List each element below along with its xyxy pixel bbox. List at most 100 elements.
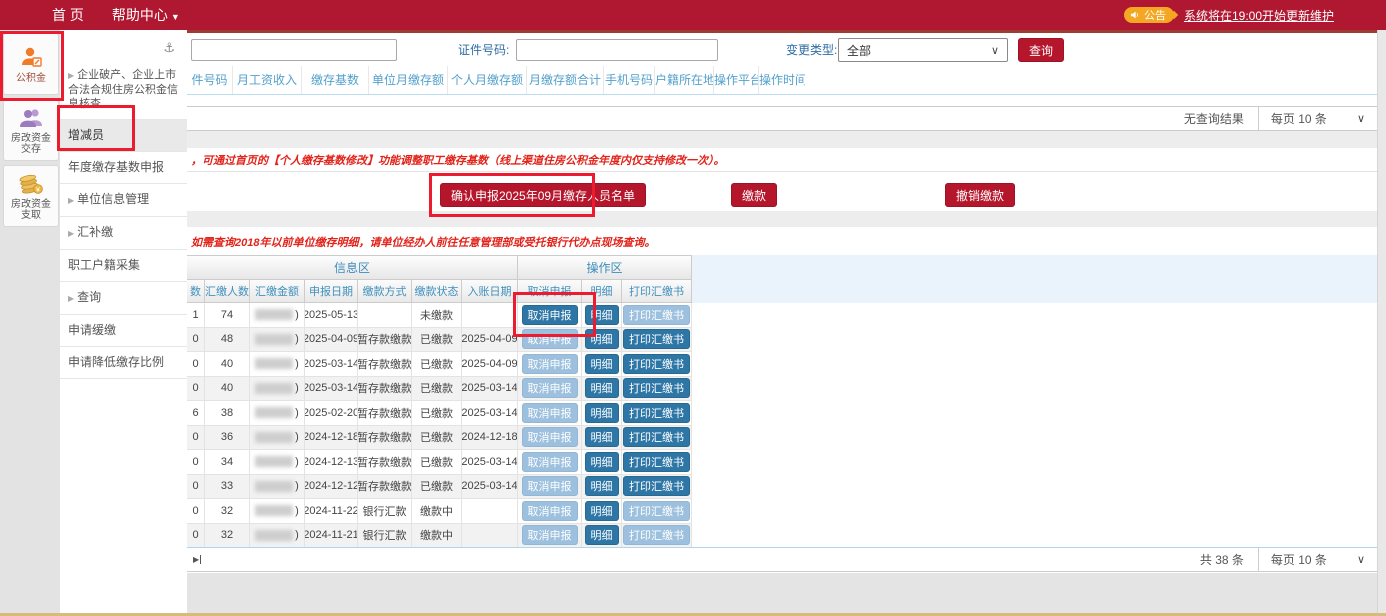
col-phone: 手机号码 [604,66,655,94]
detail-button[interactable]: 明细 [585,329,619,349]
sidebar-item-apply-defer[interactable]: 申请缓缴 [60,315,187,347]
cancel-declare-button[interactable]: 取消申报 [522,525,578,545]
cancel-declare-button[interactable]: 取消申报 [522,403,578,423]
detail-button[interactable]: 明细 [585,525,619,545]
sidebar-item-query[interactable]: ▶查询 [60,282,187,315]
rail-item-fanggai-deposit[interactable]: 房改资金交存 [3,99,59,161]
cell-count: 0 [187,328,205,353]
col-count: 数 [187,280,205,303]
sidebar-item-annual-base[interactable]: 年度缴存基数申报 [60,152,187,184]
cell-detail: 明细 [582,450,622,475]
page-size-select[interactable]: 每页 10 条 ∨ [1258,548,1377,571]
cell-declare-date: 2025-05-13 [305,303,358,328]
change-type-select[interactable]: 全部 ∨ [838,38,1008,62]
sidebar-item-enterprise-check[interactable]: ▶企业破产、企业上市合法合规住房公积金信息核查 [60,60,187,120]
pay-button[interactable]: 缴款 [731,183,777,207]
print-remittance-button[interactable]: 打印汇缴书 [623,378,690,398]
sidebar-item-huibujiao[interactable]: ▶汇补缴 [60,217,187,250]
cell-cancel: 取消申报 [518,352,582,377]
cell-entry-date: 2025-04-09 [462,328,518,353]
anchor-pin-icon[interactable]: ⚓ [163,40,175,56]
main-content: 证件号码: 变更类型: 全部 ∨ 查询 件号码 月工资收入 缴存基数 单位月缴存… [187,30,1378,616]
cell-declare-date: 2025-03-14 [305,352,358,377]
query-button[interactable]: 查询 [1018,38,1064,62]
sidebar-item-hukou-collect[interactable]: 职工户籍采集 [60,250,187,282]
print-remittance-button[interactable]: 打印汇缴书 [623,329,690,349]
cell-cancel: 取消申报 [518,328,582,353]
cancel-declare-button[interactable]: 取消申报 [522,378,578,398]
nav-help-center[interactable]: 帮助中心▼ [112,5,180,25]
detail-button[interactable]: 明细 [585,403,619,423]
confirm-declare-button[interactable]: 确认申报2025年09月缴存人员名单 [440,183,646,207]
cell-pay-method: 银行汇款 [358,499,412,524]
cancel-declare-button[interactable]: 取消申报 [522,354,578,374]
name-input[interactable] [191,39,397,61]
cell-pay-status: 已缴款 [412,475,462,500]
detail-button[interactable]: 明细 [585,378,619,398]
cell-entry-date: 2025-04-09 [462,352,518,377]
detail-button[interactable]: 明细 [585,354,619,374]
print-remittance-button[interactable]: 打印汇缴书 [623,525,690,545]
maintenance-notice-link[interactable]: 系统将在19:00开始更新维护 [1184,7,1334,24]
scrollbar-track[interactable] [1377,30,1386,616]
cell-pay-status: 已缴款 [412,377,462,402]
cell-count: 0 [187,377,205,402]
section-divider [187,131,1378,148]
rail-item-gongjijin[interactable]: 公积金 [3,33,59,95]
scroll-end-icon[interactable]: ▶ [193,555,201,564]
cell-pay-method: 暂存款缴款 [358,352,412,377]
cell-amount: ) [250,401,305,426]
detail-button[interactable]: 明细 [585,501,619,521]
print-remittance-button[interactable]: 打印汇缴书 [623,501,690,521]
print-remittance-button[interactable]: 打印汇缴书 [623,452,690,472]
sidebar-item-unit-info[interactable]: ▶单位信息管理 [60,184,187,217]
cancel-declare-button[interactable]: 取消申报 [522,305,578,325]
cert-number-input[interactable] [516,39,718,61]
detail-button[interactable]: 明细 [585,305,619,325]
rail-item-fanggai-withdraw[interactable]: ¥ 房改资金支取 [3,165,59,227]
print-remittance-button[interactable]: 打印汇缴书 [623,476,690,496]
redacted-amount [255,530,293,541]
cancel-declare-button[interactable]: 取消申报 [522,476,578,496]
cell-pay-method: 银行汇款 [358,524,412,549]
col-declare-date: 申报日期 [305,280,358,303]
detail-button[interactable]: 明细 [585,476,619,496]
sidebar-item-zengjianyuan[interactable]: 增减员 [60,120,187,152]
cell-count: 0 [187,524,205,549]
cell-count: 0 [187,475,205,500]
page: 首 页 帮助中心▼ 公告 系统将在19:00开始更新维护 公积金 [0,0,1386,616]
detail-button[interactable]: 明细 [585,427,619,447]
cell-people: 40 [205,352,250,377]
cell-entry-date [462,524,518,549]
cell-cancel: 取消申报 [518,377,582,402]
cancel-pay-button[interactable]: 撤销缴款 [945,183,1015,207]
nav-home[interactable]: 首 页 [52,5,84,25]
left-icon-rail: 公积金 房改资金交存 ¥ 房改资金支取 [0,30,61,616]
table-row: 0 40 ) 2025-03-14 暂存款缴款 已缴款 2025-04-09 取… [187,352,692,377]
sidebar-item-apply-lower-ratio[interactable]: 申请降低缴存比例 [60,347,187,379]
page-size-select[interactable]: 每页 10 条 ∨ [1258,107,1377,130]
redacted-amount [255,505,293,516]
arrow-right-icon: ▶ [68,71,74,80]
cell-declare-date: 2024-11-21 [305,524,358,549]
cancel-declare-button[interactable]: 取消申报 [522,329,578,349]
table-row: 0 34 ) 2024-12-13 暂存款缴款 已缴款 2025-03-14 取… [187,450,692,475]
print-remittance-button[interactable]: 打印汇缴书 [623,305,690,325]
people-icon [18,106,44,130]
print-remittance-button[interactable]: 打印汇缴书 [623,427,690,447]
action-button-row: 确认申报2025年09月缴存人员名单 缴款 撤销缴款 [187,171,1378,212]
col-platform: 操作平台 [714,66,759,94]
print-remittance-button[interactable]: 打印汇缴书 [623,403,690,423]
cell-people: 33 [205,475,250,500]
cell-amount: ) [250,450,305,475]
detail-button[interactable]: 明细 [585,452,619,472]
cell-entry-date [462,303,518,328]
cancel-declare-button[interactable]: 取消申报 [522,427,578,447]
cell-amount: ) [250,352,305,377]
total-count-text: 共 38 条 [1200,551,1244,568]
cancel-declare-button[interactable]: 取消申报 [522,452,578,472]
cell-amount: ) [250,377,305,402]
arrow-right-icon: ▶ [68,196,74,205]
cancel-declare-button[interactable]: 取消申报 [522,501,578,521]
print-remittance-button[interactable]: 打印汇缴书 [623,354,690,374]
